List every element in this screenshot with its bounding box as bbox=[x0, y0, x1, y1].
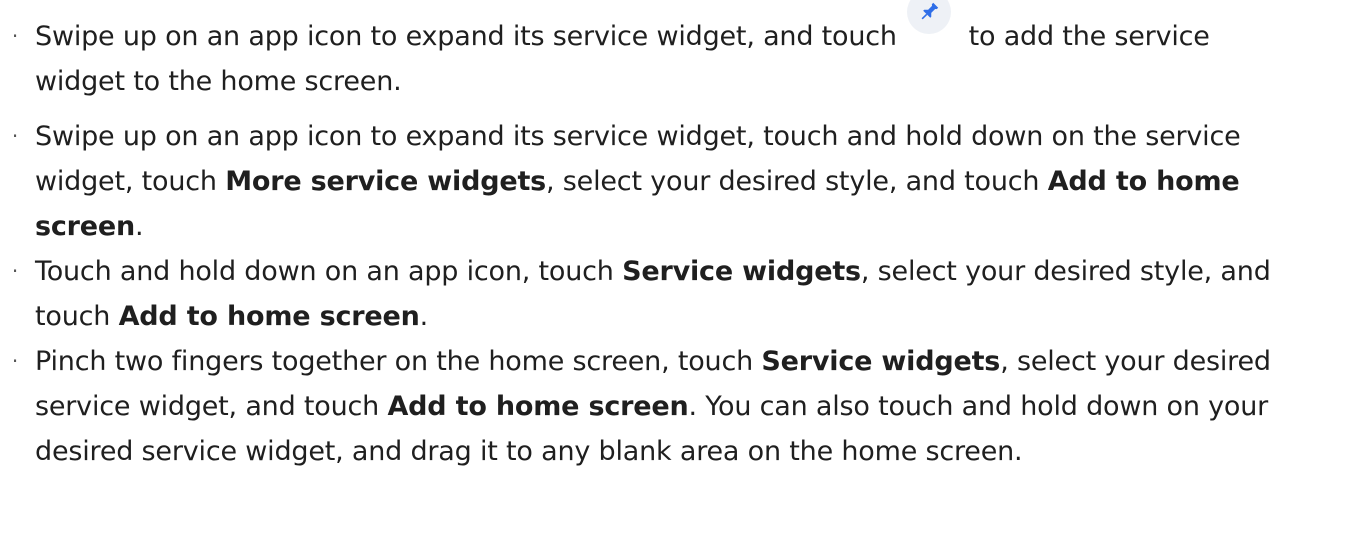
list-item-text: Swipe up on an app icon to expand its se… bbox=[35, 114, 1371, 249]
bullet-marker: · bbox=[11, 259, 19, 283]
text-line: widget to the home screen. bbox=[35, 66, 402, 97]
text-run: widget, touch bbox=[35, 166, 226, 197]
text-run: , select your desired style, and bbox=[860, 256, 1271, 287]
bullet-marker: · bbox=[11, 349, 19, 373]
ui-term: More service widgets bbox=[225, 166, 547, 197]
list-item-text: Pinch two fingers together on the home s… bbox=[35, 339, 1371, 474]
ui-term: Service widgets bbox=[622, 256, 861, 287]
text-line: touch Add to home screen. bbox=[35, 294, 1371, 339]
text-run: service widget, and touch bbox=[35, 391, 388, 422]
text-run: . bbox=[419, 301, 429, 332]
text-run: , select your desired style, and touch bbox=[546, 166, 1048, 197]
text-run: Swipe up on an app icon to expand its se… bbox=[35, 21, 906, 52]
bullet-marker: · bbox=[11, 24, 19, 48]
ui-term: screen bbox=[35, 211, 136, 242]
text-line: Swipe up on an app icon to expand its se… bbox=[35, 0, 1371, 59]
bullet-marker: · bbox=[11, 124, 19, 148]
ui-term: Add to home bbox=[1047, 166, 1240, 197]
text-line: desired service widget, and drag it to a… bbox=[35, 436, 1023, 467]
text-line: service widget, and touch Add to home sc… bbox=[35, 384, 1371, 429]
text-line: widget, touch More service widgets, sele… bbox=[35, 159, 1371, 204]
text-run: Touch and hold down on an app icon, touc… bbox=[35, 256, 623, 287]
ui-term: Service widgets bbox=[761, 346, 1001, 377]
ui-term: Add to home screen bbox=[387, 391, 689, 422]
document-body: · Swipe up on an app icon to expand its … bbox=[0, 0, 1371, 536]
text-run: Pinch two fingers together on the home s… bbox=[35, 346, 762, 377]
pin-icon bbox=[907, 0, 952, 34]
text-run: . bbox=[135, 211, 144, 242]
ui-term: Add to home screen bbox=[118, 301, 420, 332]
list-item-text: Swipe up on an app icon to expand its se… bbox=[35, 0, 1371, 104]
text-run: . You can also touch and hold down on yo… bbox=[688, 391, 1269, 422]
text-run: , select your desired bbox=[1000, 346, 1271, 377]
text-run: to add the service bbox=[960, 21, 1210, 52]
list-item-text: Touch and hold down on an app icon, touc… bbox=[35, 249, 1371, 339]
text-line: screen. bbox=[35, 204, 1371, 249]
text-line: Pinch two fingers together on the home s… bbox=[35, 339, 1371, 384]
text-line: Touch and hold down on an app icon, touc… bbox=[35, 249, 1371, 294]
text-run: touch bbox=[35, 301, 119, 332]
text-line: Swipe up on an app icon to expand its se… bbox=[35, 121, 1241, 152]
